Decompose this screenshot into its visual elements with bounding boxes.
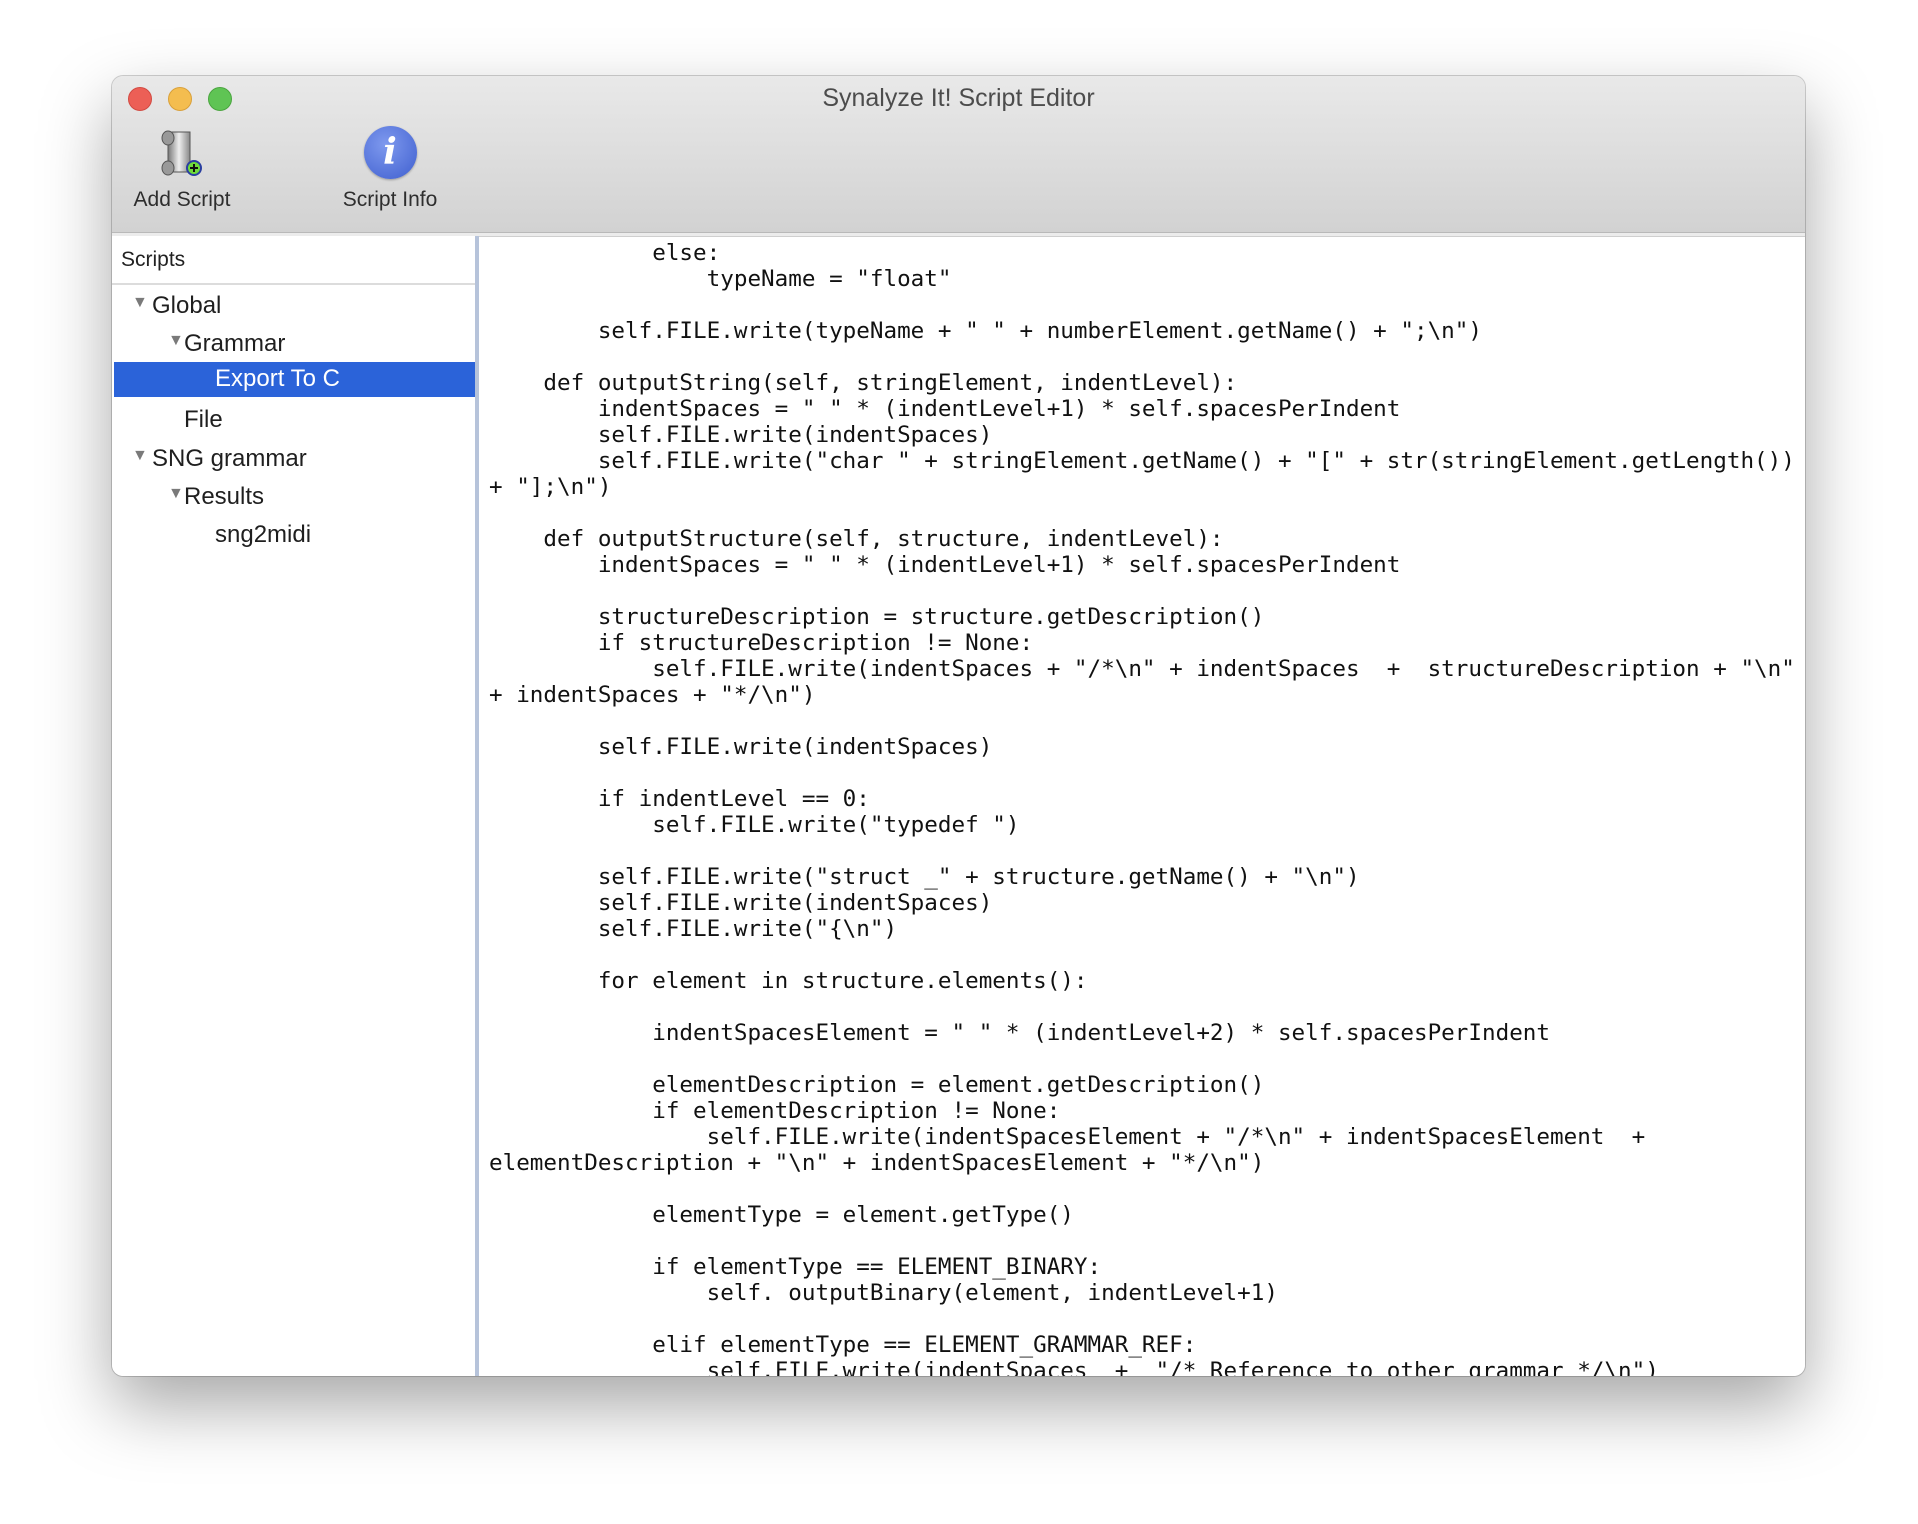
code-line: self.FILE.write(indentSpaces + "/* Refer… [489,1358,1659,1376]
code-line: self.FILE.write("{\n") [489,916,898,942]
code-line: self.FILE.write("struct _" + structure.g… [489,864,1360,890]
tree-item-sng2midi[interactable]: sng2midi [114,518,475,553]
sidebar-header: Scripts [112,236,475,285]
code-line: for element in structure.elements(): [489,968,1088,994]
code-line: self.FILE.write(indentSpaces + "/*\n" + … [489,656,1795,682]
code-line: elementDescription = element.getDescript… [489,1072,1265,1098]
code-line: if elementDescription != None: [489,1098,1061,1124]
scripts-sidebar: Scripts ▼ Global ▼ Grammar Export To C Fil… [112,236,479,1376]
code-line: self. outputBinary(element, indentLevel+… [489,1280,1278,1306]
titlebar: Synalyze It! Script Editor Add Script i … [112,76,1805,233]
script-info-button[interactable]: i Script Info [320,126,460,212]
code-line: self.FILE.write(indentSpaces) [489,734,993,760]
add-script-button[interactable]: Add Script [112,126,252,212]
scroll-add-icon [154,126,210,182]
code-line: else: [489,240,721,266]
disclosure-triangle-icon[interactable]: ▼ [168,485,184,503]
code-editor[interactable]: else: typeName = "float" self.FILE.write… [479,236,1805,1376]
script-info-label: Script Info [342,188,438,211]
code-line: elementType = element.getType() [489,1202,1074,1228]
code-line: structureDescription = structure.getDesc… [489,604,1265,630]
tree-item-label: SNG grammar [152,445,307,472]
code-line: self.FILE.write(typeName + " " + numberE… [489,318,1482,344]
code-line: self.FILE.write(indentSpaces) [489,422,993,448]
code-line: if structureDescription != None: [489,630,1034,656]
tree-item-label: Export To C [215,365,340,392]
code-line: def outputString(self, stringElement, in… [489,370,1238,396]
tree-item-export-to-c[interactable]: Export To C [114,362,475,397]
tree-item-file[interactable]: File [114,403,475,438]
tree-item-grammar[interactable]: ▼ Grammar [114,327,475,362]
add-script-label: Add Script [133,188,231,211]
tree-item-label: File [184,406,223,433]
code-line: self.FILE.write("typedef ") [489,812,1020,838]
tree-item-label: Grammar [184,330,286,357]
tree-item-sng-grammar[interactable]: ▼ SNG grammar [114,442,475,477]
tree-item-label: Global [152,292,222,319]
code-line: indentSpaces = " " * (indentLevel+1) * s… [489,552,1401,578]
tree-item-label: sng2midi [215,521,312,548]
info-icon: i [363,126,417,179]
code-line: + indentSpaces + "*/\n") [489,682,816,708]
disclosure-triangle-icon[interactable]: ▼ [132,294,148,312]
script-editor-window: Synalyze It! Script Editor Add Script i … [112,76,1805,1376]
code-line: elif elementType == ELEMENT_GRAMMAR_REF: [489,1332,1197,1358]
code-line: if indentLevel == 0: [489,786,870,812]
sidebar-header-label: Scripts [121,248,186,271]
code-text[interactable]: else: typeName = "float" self.FILE.write… [489,240,1795,1376]
tree-item-results[interactable]: ▼ Results [114,480,475,515]
code-line: def outputStructure(self, structure, ind… [489,526,1224,552]
disclosure-triangle-icon[interactable]: ▼ [132,447,148,465]
code-line: typeName = "float" [489,266,952,292]
code-line: self.FILE.write(indentSpaces) [489,890,993,916]
code-line: indentSpaces = " " * (indentLevel+1) * s… [489,396,1401,422]
tree-item-label: Results [184,483,265,510]
code-line: if elementType == ELEMENT_BINARY: [489,1254,1102,1280]
code-line: + "];\n") [489,474,612,500]
code-line: indentSpacesElement = " " * (indentLevel… [489,1020,1551,1046]
info-icon-wrap: i [362,126,418,182]
code-line: self.FILE.write(indentSpacesElement + "/… [489,1124,1646,1150]
tree-item-global[interactable]: ▼ Global [114,289,475,324]
disclosure-triangle-icon[interactable]: ▼ [168,332,184,350]
code-line: elementDescription + "\n" + indentSpaces… [489,1150,1265,1176]
code-line: self.FILE.write("char " + stringElement.… [489,448,1795,474]
window-title: Synalyze It! Script Editor [822,84,1095,112]
